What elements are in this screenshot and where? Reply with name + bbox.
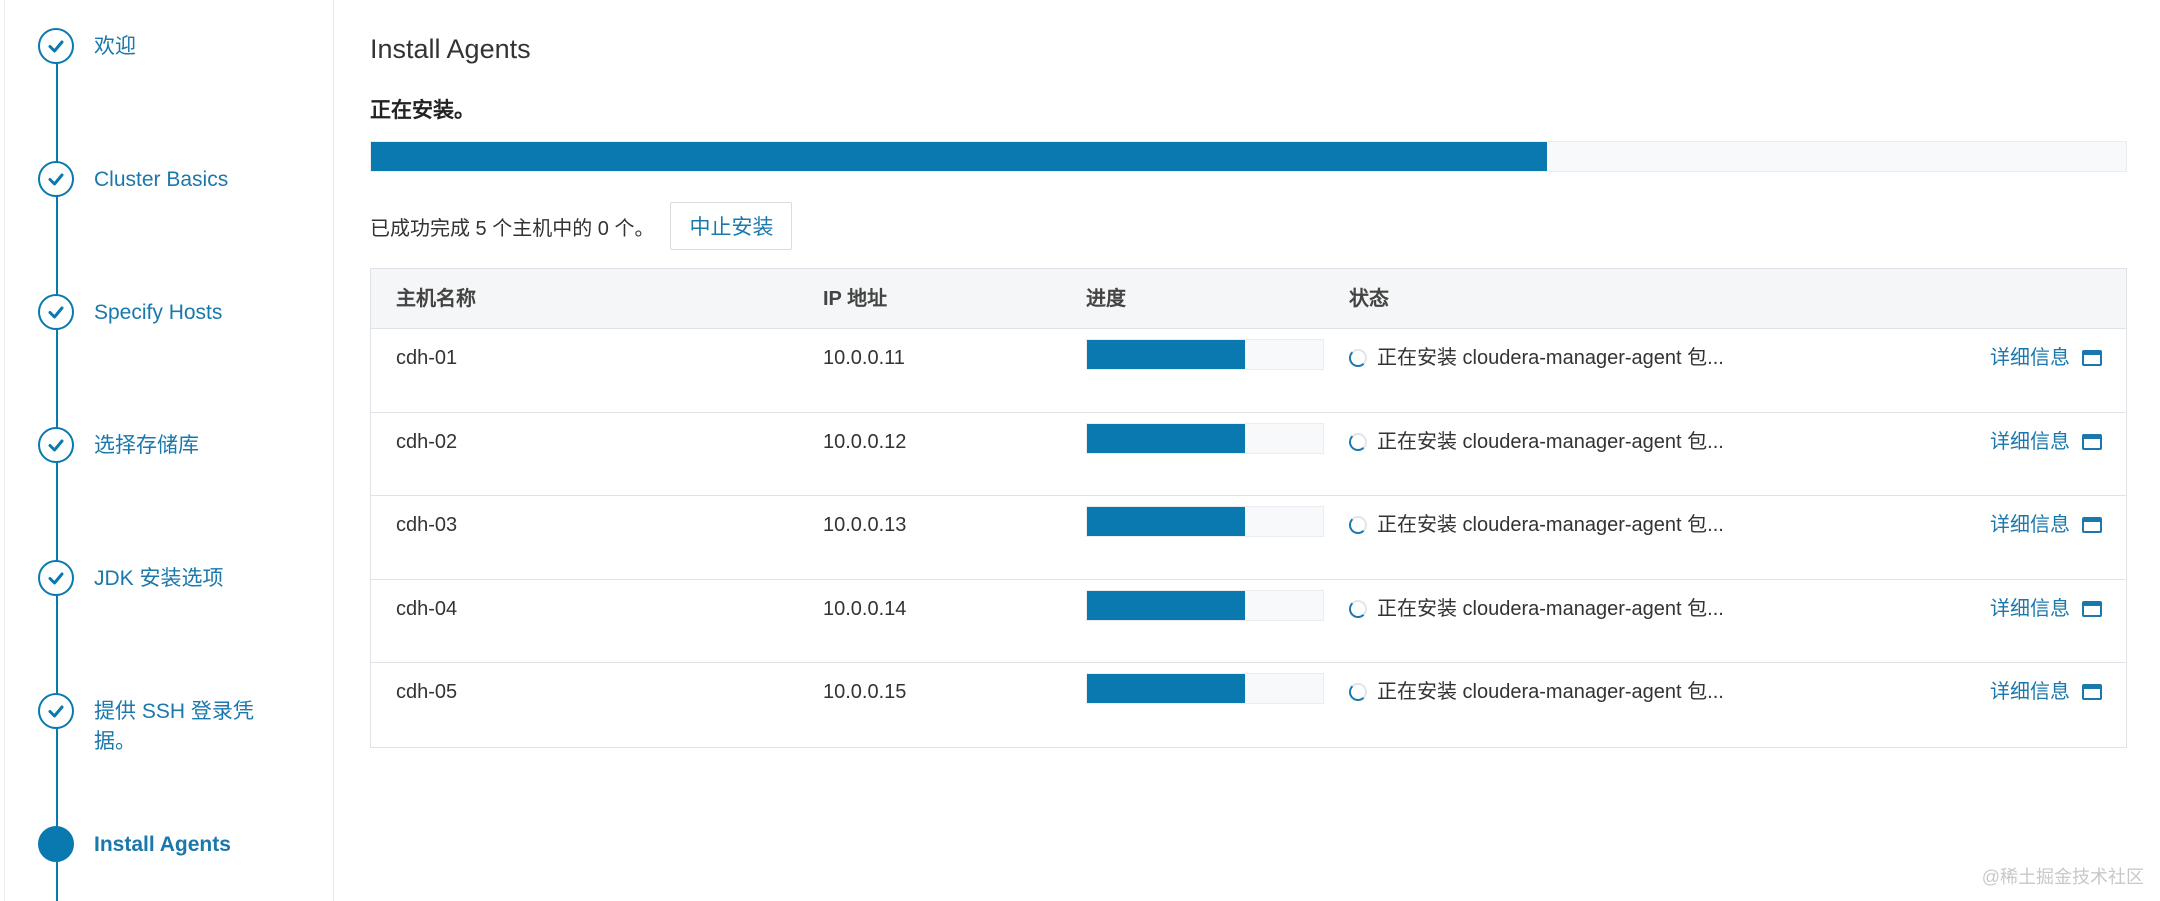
install-agents-page: 欢迎 Cluster Basics Specify Hosts 选择存储库 JD [0,0,2160,901]
table-row: cdh-02 10.0.0.12 正在安装 cloudera-manager-a… [371,413,2126,497]
check-icon [38,693,74,729]
check-icon [38,427,74,463]
host-status-text: 正在安装 cloudera-manager-agent 包... [1377,430,1724,453]
step-label: JDK 安装选项 [94,567,224,590]
abort-install-button[interactable]: 中止安装 [670,202,793,250]
install-status: 正在安装。 [370,99,475,122]
step-label: 选择存储库 [94,434,199,457]
table-header: 主机名称 IP 地址 进度 状态 [371,269,2126,329]
table-row: cdh-05 10.0.0.15 正在安装 cloudera-manager-a… [371,663,2126,747]
host-name: cdh-01 [396,347,458,369]
header-hostname: 主机名称 [396,288,476,310]
details-link[interactable]: 详细信息 [1990,677,2102,707]
host-progress-bar [1086,589,1324,621]
host-progress-fill [1087,590,1246,620]
main-content: Install Agents 正在安装。 已成功完成 5 个主机中的 0 个。 … [370,0,2130,901]
host-status: 正在安装 cloudera-manager-agent 包... [1349,510,1724,540]
host-name: cdh-03 [396,514,458,537]
host-progress-bar [1086,506,1324,538]
host-status-text: 正在安装 cloudera-manager-agent 包... [1377,514,1724,537]
hosts-table: 主机名称 IP 地址 进度 状态 cdh-01 10.0.0.11 正在安装 c… [370,268,2127,748]
check-icon [38,294,74,330]
details-link[interactable]: 详细信息 [1990,427,2102,457]
sidebar-edge [4,0,5,901]
host-ip: 10.0.0.11 [823,347,905,369]
details-link-label: 详细信息 [1990,430,2070,453]
loading-spinner-icon [1349,432,1367,451]
details-link-label: 详细信息 [1990,347,2070,369]
host-progress [1086,422,1324,454]
overall-progress-fill [371,142,1547,171]
host-progress-bar [1086,339,1324,370]
check-icon [38,28,74,64]
host-progress-bar [1086,422,1324,454]
host-status: 正在安装 cloudera-manager-agent 包... [1349,343,1724,373]
host-progress-fill [1087,674,1246,704]
step-label: Cluster Basics [94,168,229,191]
host-progress [1086,506,1324,538]
table-row: cdh-03 10.0.0.13 正在安装 cloudera-manager-a… [371,496,2126,580]
summary-row: 已成功完成 5 个主机中的 0 个。 中止安装 [370,202,793,250]
loading-spinner-icon [1349,683,1367,702]
host-progress [1086,589,1324,621]
step-label: 欢迎 [94,35,136,58]
details-link[interactable]: 详细信息 [1990,343,2102,373]
loading-spinner-icon [1349,516,1367,535]
host-progress-fill [1087,423,1246,453]
loading-spinner-icon [1349,349,1367,367]
host-ip: 10.0.0.12 [823,430,907,453]
header-status: 状态 [1349,288,1389,310]
host-progress-bar [1086,673,1324,705]
table-row: cdh-04 10.0.0.14 正在安装 cloudera-manager-a… [371,580,2126,664]
step-label: Install Agents [94,833,231,856]
overall-progress-bar [370,141,2127,172]
watermark: @稀土掘金技术社区 [1981,867,2144,887]
details-link-label: 详细信息 [1990,514,2070,537]
check-icon [38,560,74,596]
details-link[interactable]: 详细信息 [1990,594,2102,624]
header-ip: IP 地址 [823,288,888,310]
loading-spinner-icon [1349,599,1367,618]
window-icon [2082,517,2102,534]
host-name: cdh-05 [396,681,458,704]
window-icon [2082,350,2102,366]
host-name: cdh-04 [396,597,458,620]
step-label: Specify Hosts [94,301,223,324]
host-ip: 10.0.0.15 [823,681,907,704]
details-link-label: 详细信息 [1990,681,2070,704]
table-row: cdh-01 10.0.0.11 正在安装 cloudera-manager-a… [371,329,2126,413]
host-status-text: 正在安装 cloudera-manager-agent 包... [1377,681,1724,704]
host-status-text: 正在安装 cloudera-manager-agent 包... [1377,347,1724,369]
host-progress [1086,339,1324,370]
host-status: 正在安装 cloudera-manager-agent 包... [1349,677,1724,707]
host-progress-fill [1087,507,1246,537]
check-icon [38,161,74,197]
window-icon [2082,684,2102,701]
page-title: Install Agents [370,34,531,64]
window-icon [2082,433,2102,450]
host-progress [1086,673,1324,705]
summary-text: 已成功完成 5 个主机中的 0 个。 [370,217,655,240]
host-progress-fill [1087,340,1246,369]
host-status: 正在安装 cloudera-manager-agent 包... [1349,427,1724,457]
details-link-label: 详细信息 [1990,597,2070,620]
host-ip: 10.0.0.14 [823,597,907,620]
host-name: cdh-02 [396,430,458,453]
header-progress: 进度 [1086,288,1126,310]
details-link[interactable]: 详细信息 [1990,510,2102,540]
current-step-dot-icon [38,826,74,862]
wizard-steps-sidebar: 欢迎 Cluster Basics Specify Hosts 选择存储库 JD [0,0,334,901]
window-icon [2082,600,2102,617]
step-label: 提供 SSH 登录凭据。 [94,700,254,753]
host-status-text: 正在安装 cloudera-manager-agent 包... [1377,597,1724,620]
host-status: 正在安装 cloudera-manager-agent 包... [1349,594,1724,624]
host-ip: 10.0.0.13 [823,514,907,537]
